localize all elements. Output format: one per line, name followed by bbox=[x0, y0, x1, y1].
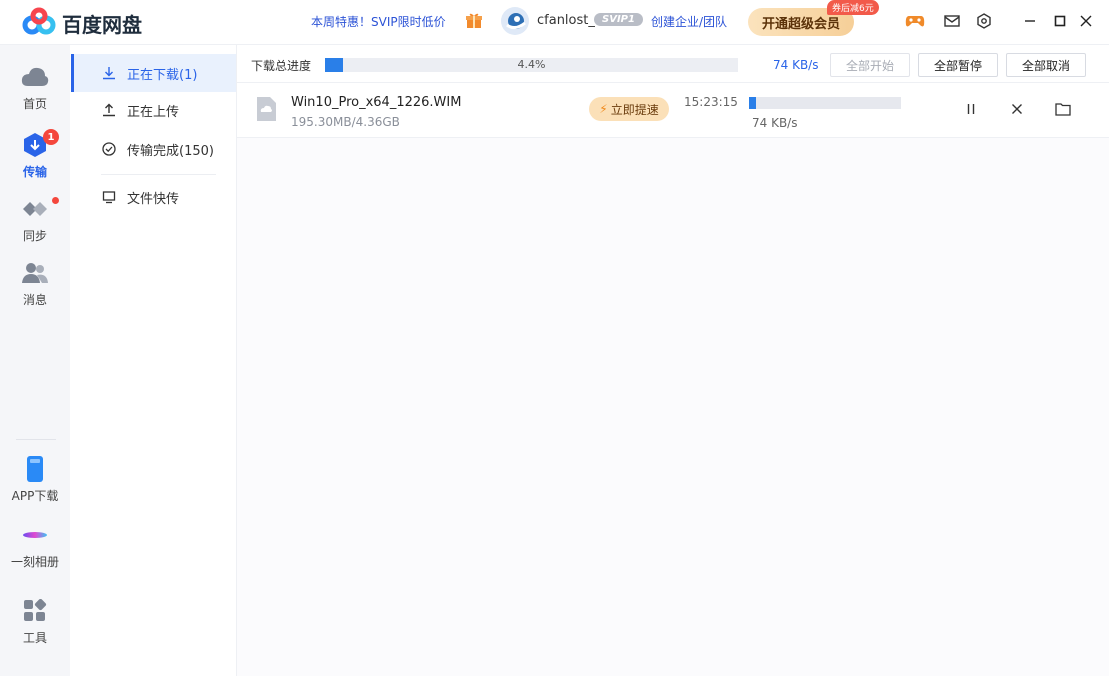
sync-icon bbox=[20, 195, 50, 223]
total-progress-bar: 4.4% bbox=[325, 58, 738, 72]
boost-speed-button[interactable]: ⚡ 立即提速 bbox=[589, 97, 669, 121]
avatar[interactable] bbox=[501, 7, 529, 35]
minimize-icon[interactable] bbox=[1020, 11, 1040, 31]
nav-label-transfer: 传输 bbox=[22, 165, 47, 179]
left-nav: 首页 1 传输 同步 消息 APP下载 一刻相册 工具 bbox=[0, 45, 70, 676]
nav-item-app-download[interactable]: APP下载 bbox=[0, 455, 70, 504]
title-bar: 百度网盘 本周特惠！SVIP限时低价 cfanlost_ SVIP1 创建企业/… bbox=[0, 0, 1109, 45]
cloud-icon bbox=[20, 63, 50, 91]
lightning-icon: ⚡ bbox=[599, 102, 608, 116]
close-icon[interactable] bbox=[1076, 11, 1096, 31]
nav-item-album[interactable]: 一刻相册 bbox=[0, 521, 70, 570]
nav-label-messages: 消息 bbox=[22, 293, 47, 307]
tools-icon bbox=[20, 597, 50, 625]
subnav-divider bbox=[101, 174, 216, 175]
mail-icon[interactable] bbox=[942, 11, 962, 31]
game-icon[interactable] bbox=[905, 11, 925, 31]
avatar-image-icon bbox=[501, 7, 529, 35]
subnav-quick-transfer[interactable]: 文件快传 bbox=[71, 178, 236, 216]
upload-icon bbox=[101, 102, 117, 118]
cancel-all-button[interactable]: 全部取消 bbox=[1006, 53, 1086, 77]
nav-item-messages[interactable]: 消息 bbox=[0, 259, 70, 308]
nav-label-app-download: APP下载 bbox=[11, 489, 59, 503]
settings-gear-icon[interactable] bbox=[974, 11, 994, 31]
file-progress-fill bbox=[749, 97, 756, 109]
baidu-netdisk-logo-icon bbox=[22, 7, 56, 35]
transfer-badge: 1 bbox=[43, 129, 59, 145]
create-enterprise-link[interactable]: 创建企业/团队 bbox=[651, 13, 727, 30]
open-folder-icon[interactable] bbox=[1053, 99, 1073, 119]
contacts-icon bbox=[20, 259, 50, 287]
file-size: 195.30MB/4.36GB bbox=[291, 115, 400, 129]
total-progress-percent: 4.4% bbox=[517, 58, 546, 71]
nav-item-home[interactable]: 首页 bbox=[0, 63, 70, 112]
nav-label-tools: 工具 bbox=[22, 631, 47, 645]
total-speed: 74 KB/s bbox=[773, 58, 819, 72]
pause-all-button[interactable]: 全部暂停 bbox=[918, 53, 998, 77]
transfer-subnav: 正在下载(1) 正在上传 传输完成(150) 文件快传 bbox=[71, 45, 237, 676]
nav-label-home: 首页 bbox=[22, 97, 47, 111]
username[interactable]: cfanlost_ bbox=[537, 13, 595, 28]
boost-label: 立即提速 bbox=[610, 102, 659, 117]
pause-icon[interactable] bbox=[961, 99, 981, 119]
left-nav-divider bbox=[16, 439, 56, 440]
file-name: Win10_Pro_x64_1226.WIM bbox=[291, 95, 462, 110]
gift-icon[interactable] bbox=[465, 12, 483, 30]
subnav-label: 传输完成(150) bbox=[127, 143, 214, 159]
maximize-icon[interactable] bbox=[1050, 11, 1070, 31]
app-brand: 百度网盘 bbox=[62, 13, 142, 37]
remaining-time: 15:23:15 bbox=[684, 95, 738, 109]
file-progress-bar bbox=[749, 97, 901, 109]
nav-item-tools[interactable]: 工具 bbox=[0, 597, 70, 646]
cancel-download-icon[interactable] bbox=[1007, 99, 1027, 119]
total-progress-label: 下载总进度 bbox=[251, 59, 312, 73]
subnav-completed[interactable]: 传输完成(150) bbox=[71, 130, 236, 168]
phone-icon bbox=[20, 455, 50, 483]
check-circle-icon bbox=[101, 141, 117, 157]
subnav-uploading[interactable]: 正在上传 bbox=[71, 91, 236, 129]
subnav-label: 正在上传 bbox=[127, 104, 180, 120]
total-progress-row: 下载总进度 4.4% 74 KB/s 全部开始 全部暂停 全部取消 bbox=[237, 45, 1109, 83]
album-icon bbox=[20, 521, 50, 549]
nav-label-album: 一刻相册 bbox=[10, 555, 59, 569]
subnav-label: 正在下载(1) bbox=[127, 67, 198, 83]
sync-notification-dot bbox=[52, 197, 59, 204]
subnav-label: 文件快传 bbox=[127, 191, 180, 207]
file-icon bbox=[257, 97, 276, 121]
download-list-panel: 下载总进度 4.4% 74 KB/s 全部开始 全部暂停 全部取消 Win10_… bbox=[237, 45, 1109, 676]
nav-item-transfer[interactable]: 1 传输 bbox=[0, 129, 70, 180]
download-row[interactable]: Win10_Pro_x64_1226.WIM 195.30MB/4.36GB ⚡… bbox=[237, 83, 1109, 138]
file-speed: 74 KB/s bbox=[752, 116, 798, 130]
nav-label-sync: 同步 bbox=[22, 229, 47, 243]
download-icon bbox=[101, 65, 117, 81]
nav-item-sync[interactable]: 同步 bbox=[0, 195, 70, 244]
svip-level-badge: SVIP1 bbox=[594, 13, 643, 26]
vip-discount-badge: 券后减6元 bbox=[827, 0, 879, 15]
promo-link[interactable]: 本周特惠！SVIP限时低价 bbox=[311, 13, 446, 30]
start-all-button[interactable]: 全部开始 bbox=[830, 53, 910, 77]
subnav-downloading[interactable]: 正在下载(1) bbox=[71, 54, 236, 92]
monitor-icon bbox=[101, 189, 117, 205]
